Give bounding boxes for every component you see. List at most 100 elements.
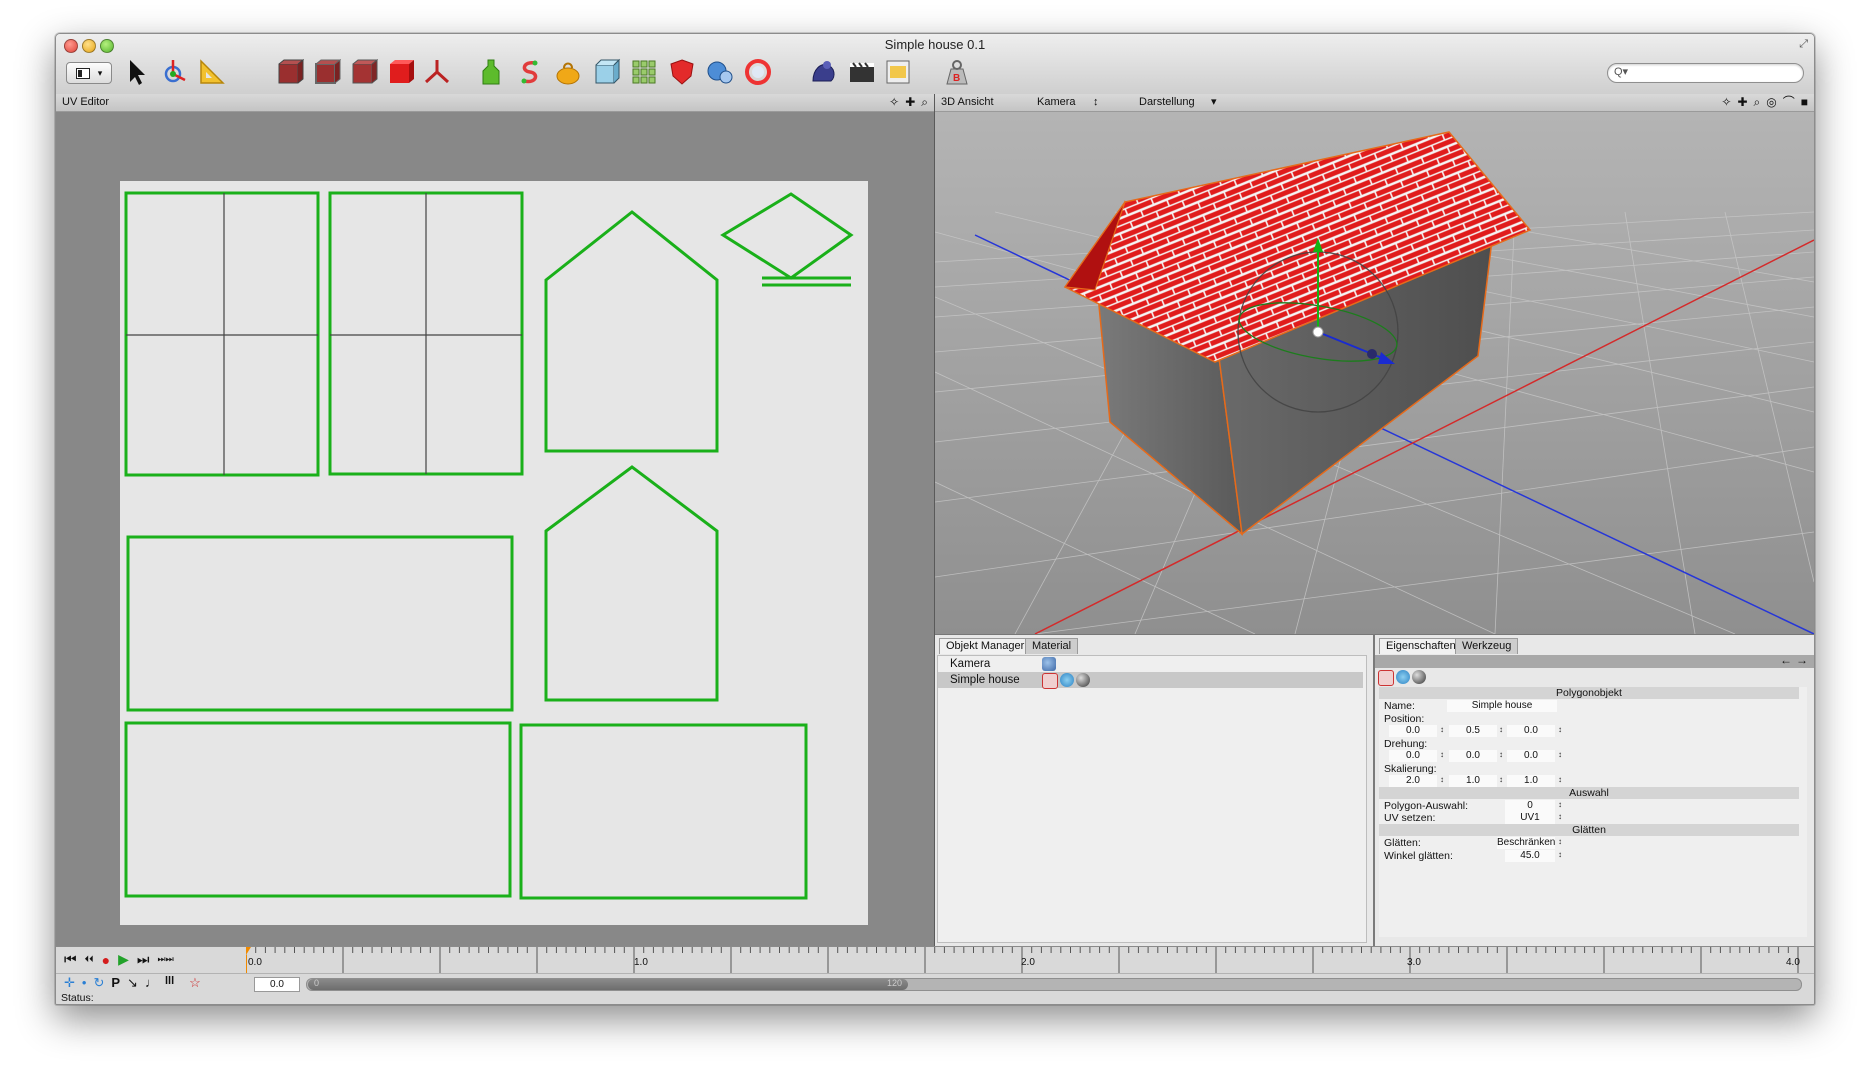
play-icon[interactable]: ▶: [118, 951, 129, 968]
current-frame-field[interactable]: 0.0: [254, 977, 300, 992]
display-dropdown-icon[interactable]: ▾: [1211, 94, 1217, 111]
uv-move-icon[interactable]: ✚: [905, 94, 915, 111]
bake-button[interactable]: B: [941, 56, 973, 88]
tab-properties[interactable]: Eigenschaften: [1379, 638, 1463, 654]
forward-arrow-icon[interactable]: →: [1796, 653, 1808, 667]
camera-dropdown[interactable]: Kamera: [1037, 94, 1076, 111]
tag-button[interactable]: [666, 56, 698, 88]
smoothing-angle-field[interactable]: 45.0: [1505, 850, 1555, 862]
position-label: Position:: [1384, 713, 1425, 725]
view-zoom-icon[interactable]: ⌕: [1754, 94, 1761, 111]
environment-button[interactable]: [742, 56, 774, 88]
rotation-p-spinner[interactable]: ↕: [1499, 750, 1503, 759]
record-icon[interactable]: ●: [102, 952, 110, 968]
pointer-tool-button[interactable]: [121, 56, 153, 88]
polygon-object-icon[interactable]: [1378, 670, 1394, 686]
rotation-h-field[interactable]: 0.0: [1389, 750, 1437, 762]
position-z-spinner[interactable]: ↕: [1558, 725, 1562, 734]
uv-island-gable-2: [544, 465, 719, 702]
deformer-button[interactable]: [590, 56, 622, 88]
mograph-button[interactable]: [704, 56, 736, 88]
tab-object-manager[interactable]: Objekt Manager: [939, 638, 1032, 654]
render-to-picture-button[interactable]: [882, 56, 914, 88]
layout-button[interactable]: ▾: [66, 62, 112, 84]
fullscreen-icon[interactable]: ⤢: [1799, 38, 1808, 51]
list-item-kamera[interactable]: Kamera: [938, 656, 1363, 672]
scale-key-icon[interactable]: •: [82, 975, 87, 991]
step-back-icon[interactable]: ⏴⏴: [85, 954, 94, 965]
position-x-field[interactable]: 0.0: [1389, 725, 1437, 737]
rotation-b-spinner[interactable]: ↕: [1558, 750, 1562, 759]
timeline-ruler[interactable]: 0.0 1.0 2.0 3.0 4.0: [241, 947, 1806, 973]
scale-x-field[interactable]: 2.0: [1389, 775, 1437, 787]
search-input[interactable]: Q▾: [1607, 63, 1804, 83]
rotation-b-field[interactable]: 0.0: [1507, 750, 1555, 762]
view-pan-icon[interactable]: ✧: [1721, 94, 1731, 111]
list-item-simple-house[interactable]: Simple house: [938, 672, 1363, 689]
go-to-start-icon[interactable]: ⏮: [64, 951, 77, 968]
position-y-spinner[interactable]: ↕: [1499, 725, 1503, 734]
smoothing-spinner[interactable]: ↕: [1558, 837, 1562, 846]
uv-texture-canvas[interactable]: [120, 181, 868, 925]
rotate-key-icon[interactable]: ↻: [93, 975, 104, 991]
curve-key-icon[interactable]: ↘: [127, 975, 138, 991]
material-tag-icon[interactable]: [1412, 670, 1426, 684]
move-key-icon[interactable]: ✛: [64, 975, 75, 991]
cloner-button[interactable]: [628, 56, 660, 88]
point-mode-button[interactable]: [273, 56, 305, 88]
scale-z-spinner[interactable]: ↕: [1558, 775, 1562, 784]
smoothing-field[interactable]: Beschränken: [1497, 837, 1555, 849]
array-icon: [707, 61, 733, 84]
uv-tag-icon[interactable]: [1060, 673, 1074, 687]
fcurve-icon[interactable]: lll: [165, 975, 174, 991]
display-dropdown[interactable]: Darstellung: [1139, 94, 1195, 111]
uv-tag-icon[interactable]: [1396, 670, 1410, 684]
go-to-end-icon[interactable]: ⏭⏭: [157, 954, 173, 965]
edge-mode-button[interactable]: [310, 56, 342, 88]
keyframe-star-icon[interactable]: ☆: [189, 975, 201, 991]
uv-set-spinner[interactable]: ↕: [1558, 812, 1562, 821]
nurbs-button[interactable]: [552, 56, 584, 88]
scale-x-spinner[interactable]: ↕: [1440, 775, 1444, 784]
material-tag-icon[interactable]: [1076, 673, 1090, 687]
tab-material[interactable]: Material: [1025, 638, 1079, 654]
step-forward-icon[interactable]: ⏭: [137, 951, 150, 968]
view3d-viewport[interactable]: [935, 112, 1814, 634]
position-y-field[interactable]: 0.5: [1449, 725, 1497, 737]
rotation-p-field[interactable]: 0.0: [1449, 750, 1497, 762]
camera-spinner-icon[interactable]: ↕: [1093, 94, 1099, 111]
face-mode-button[interactable]: [347, 56, 379, 88]
material-button[interactable]: [808, 56, 840, 88]
polygon-selection-spinner[interactable]: ↕: [1558, 800, 1562, 809]
view-rotate-icon[interactable]: ⌒: [1783, 94, 1795, 111]
pla-key-icon[interactable]: ♩: [145, 975, 158, 991]
scale-z-field[interactable]: 1.0: [1507, 775, 1555, 787]
axis-mode-button[interactable]: [421, 56, 453, 88]
time-range-handle[interactable]: 0 120: [308, 978, 908, 990]
primitive-button[interactable]: [476, 56, 508, 88]
polygon-selection-field[interactable]: 0: [1505, 800, 1555, 812]
move-tool-button[interactable]: [158, 56, 190, 88]
tab-tool[interactable]: Werkzeug: [1455, 638, 1519, 654]
rotation-h-spinner[interactable]: ↕: [1440, 750, 1444, 759]
uv-editor-viewport[interactable]: [56, 112, 934, 946]
position-x-spinner[interactable]: ↕: [1440, 725, 1444, 734]
view-maximize-icon[interactable]: ■: [1801, 94, 1808, 111]
object-mode-button[interactable]: [384, 56, 416, 88]
uv-zoom-icon[interactable]: ⌕: [921, 94, 928, 111]
render-settings-button[interactable]: [846, 56, 878, 88]
ruler-tool-button[interactable]: [196, 56, 228, 88]
view-orbit-icon[interactable]: ◎: [1766, 94, 1776, 111]
param-key-icon[interactable]: P: [111, 975, 120, 991]
back-arrow-icon[interactable]: ←: [1780, 653, 1792, 667]
scale-y-field[interactable]: 1.0: [1449, 775, 1497, 787]
scale-y-spinner[interactable]: ↕: [1499, 775, 1503, 784]
smoothing-angle-spinner[interactable]: ↕: [1558, 850, 1562, 859]
name-field[interactable]: Simple house: [1447, 700, 1557, 712]
uv-pan-icon[interactable]: ✧: [889, 94, 899, 111]
time-range-slider[interactable]: 0 120: [306, 978, 1802, 991]
position-z-field[interactable]: 0.0: [1507, 725, 1555, 737]
uv-set-field[interactable]: UV1: [1505, 812, 1555, 824]
view-move-icon[interactable]: ✚: [1737, 94, 1747, 111]
spline-button[interactable]: [514, 56, 546, 88]
